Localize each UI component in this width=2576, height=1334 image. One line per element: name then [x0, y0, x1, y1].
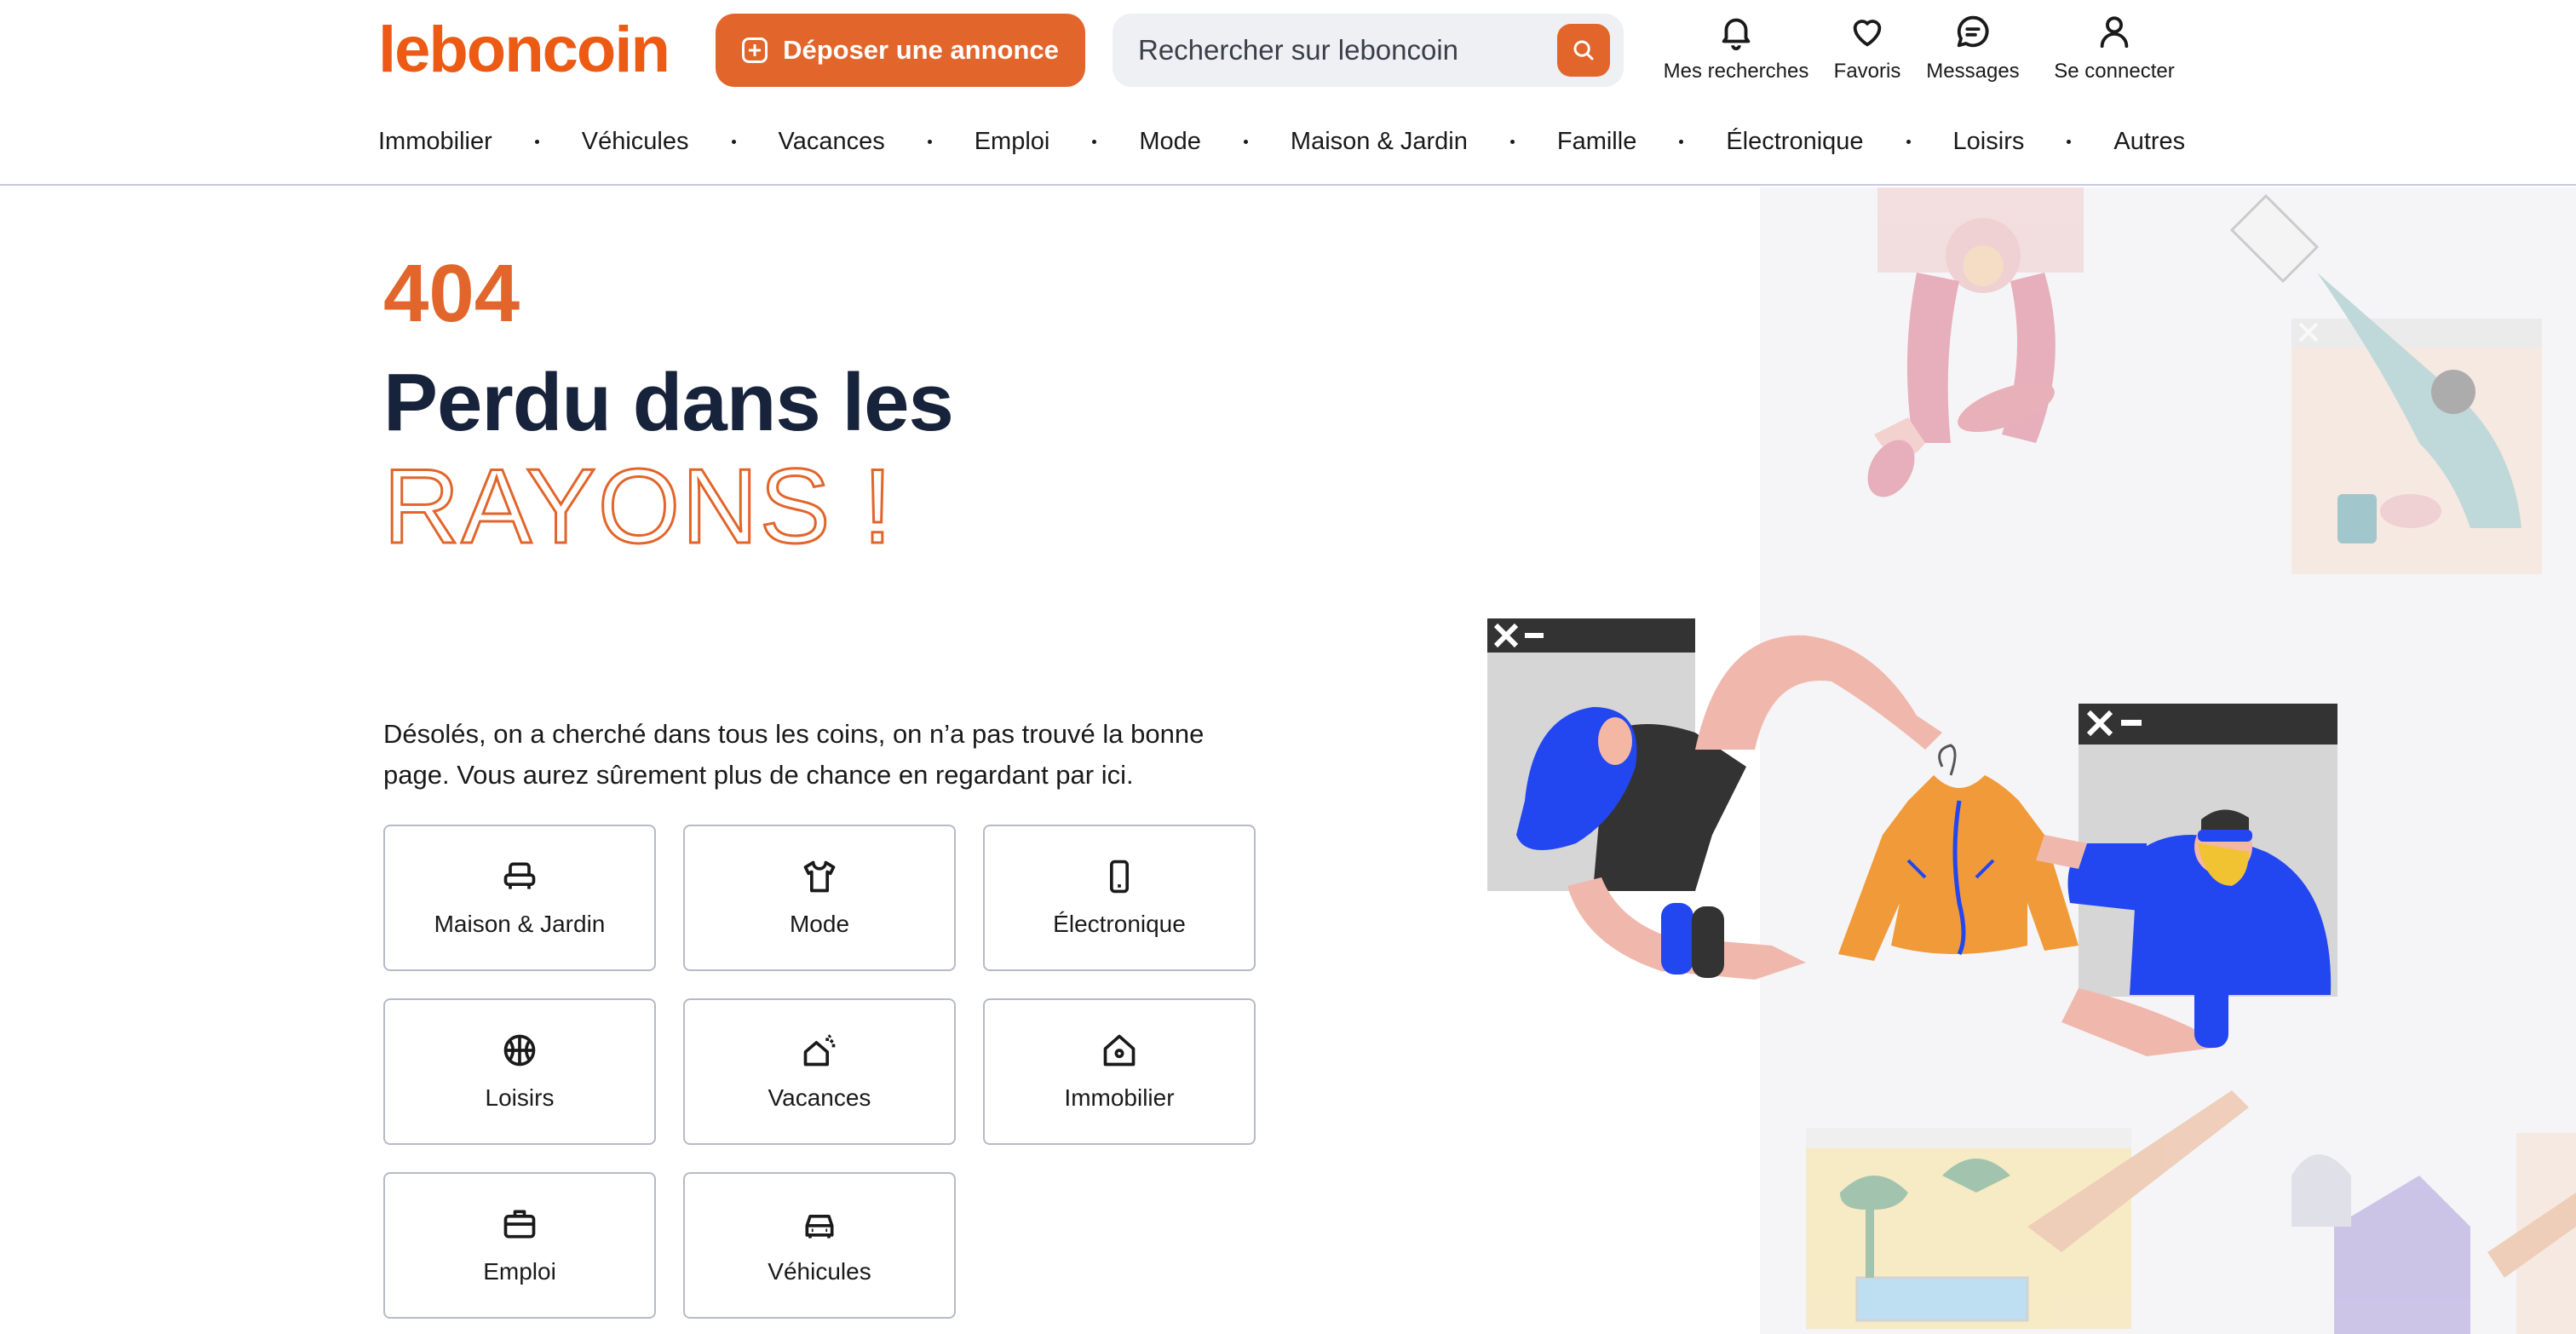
error-message: Désolés, on a cherché dans tous les coin…	[383, 719, 1205, 790]
pink-arm	[1695, 635, 1942, 750]
error-code: 404	[383, 248, 520, 339]
category-tiles: Maison & Jardin Mode Électronique Loisir…	[383, 825, 1261, 1319]
faded-person-right	[2229, 193, 2542, 574]
tile-label: Électronique	[1053, 911, 1186, 937]
black-cuff	[1692, 906, 1724, 978]
basketball-icon	[503, 1034, 536, 1067]
faded-person-top	[1867, 187, 2084, 497]
armchair-icon	[503, 862, 536, 889]
tile-label: Mode	[789, 911, 850, 937]
tile-label: Immobilier	[1064, 1084, 1175, 1111]
error-headline: Perdu dans les	[383, 357, 954, 448]
tile-label: Emploi	[483, 1258, 556, 1285]
smartphone-icon	[1110, 860, 1129, 894]
faded-scene-bottom	[1806, 1090, 2576, 1334]
tshirt-icon	[803, 860, 836, 893]
tile-loisirs[interactable]: Loisirs	[383, 998, 656, 1145]
tile-maison-jardin[interactable]: Maison & Jardin	[383, 825, 656, 971]
blue-cuff	[1661, 903, 1693, 975]
tile-emploi[interactable]: Emploi	[383, 1172, 656, 1319]
tile-immobilier[interactable]: Immobilier	[983, 998, 1256, 1145]
right-window	[2061, 704, 2337, 1056]
tile-label: Maison & Jardin	[434, 911, 606, 937]
house-icon	[1103, 1034, 1136, 1067]
left-window	[1487, 618, 1746, 891]
tile-label: Loisirs	[485, 1084, 555, 1111]
error-headline-outline: RAYONS !	[382, 447, 894, 567]
tile-vacances[interactable]: Vacances	[683, 998, 956, 1145]
sun-house-icon	[803, 1034, 836, 1067]
tile-label: Véhicules	[768, 1258, 871, 1285]
tile-electronique[interactable]: Électronique	[983, 825, 1256, 971]
tile-mode[interactable]: Mode	[683, 825, 956, 971]
car-icon	[805, 1215, 834, 1239]
tile-vehicules[interactable]: Véhicules	[683, 1172, 956, 1319]
briefcase-icon	[503, 1210, 536, 1239]
tile-label: Vacances	[768, 1084, 871, 1111]
